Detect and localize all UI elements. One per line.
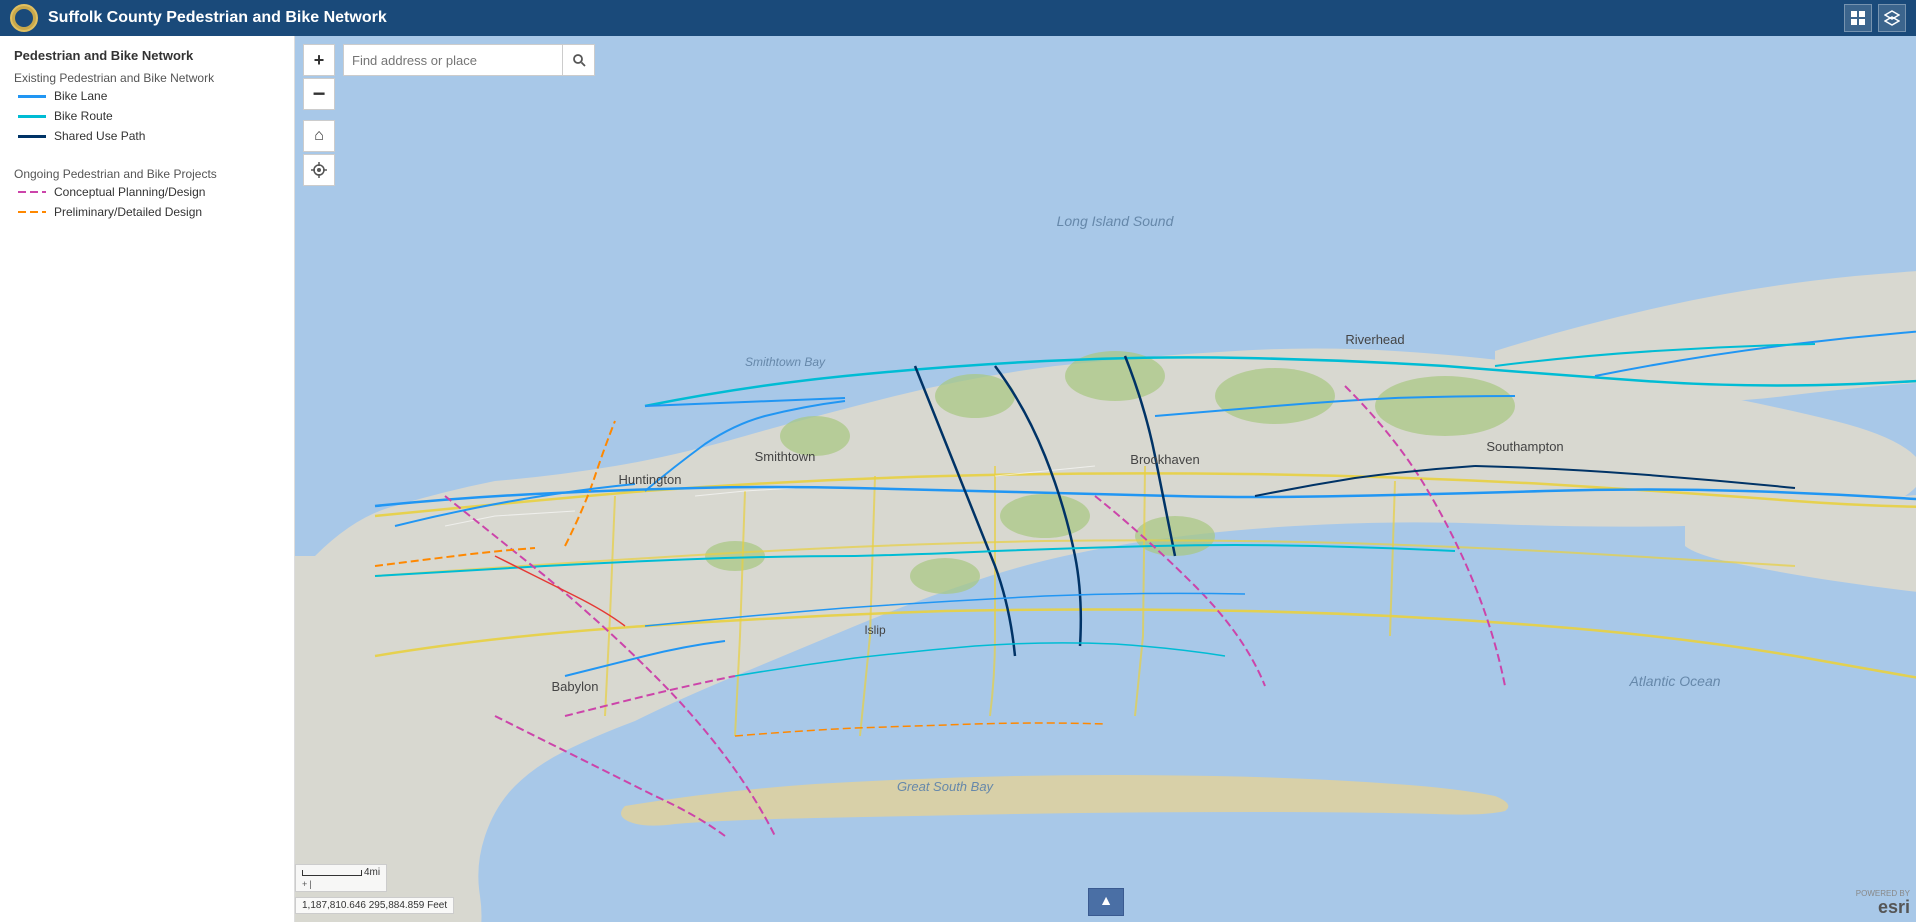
legend-item-bike-route: Bike Route [18, 109, 280, 123]
grid-icon-button[interactable] [1844, 4, 1872, 32]
coordinates-text: 1,187,810.646 295,884.859 Feet [302, 900, 447, 911]
bike-lane-line [18, 95, 46, 98]
svg-text:Huntington: Huntington [619, 472, 682, 487]
app-header: Suffolk County Pedestrian and Bike Netwo… [0, 0, 1916, 36]
scale-label: 4mi [364, 867, 380, 878]
search-button[interactable] [563, 44, 595, 76]
app-title: Suffolk County Pedestrian and Bike Netwo… [48, 9, 1844, 27]
svg-text:Brookhaven: Brookhaven [1130, 452, 1199, 467]
search-input[interactable] [343, 44, 563, 76]
legend-item-preliminary: Preliminary/Detailed Design [18, 205, 280, 219]
svg-text:Great South Bay: Great South Bay [897, 779, 995, 794]
svg-text:Smithtown Bay: Smithtown Bay [745, 355, 826, 369]
svg-text:Islip: Islip [864, 623, 886, 637]
svg-text:Long Island Sound: Long Island Sound [1057, 213, 1175, 229]
sidebar: Pedestrian and Bike Network Existing Ped… [0, 36, 295, 922]
bike-lane-label: Bike Lane [54, 89, 107, 103]
map-controls: + − ⌂ [303, 44, 335, 186]
conceptual-label: Conceptual Planning/Design [54, 185, 205, 199]
bike-route-line [18, 115, 46, 118]
shared-path-line [18, 135, 46, 138]
sidebar-existing-title: Existing Pedestrian and Bike Network [14, 71, 280, 85]
map-search [343, 44, 595, 76]
sidebar-ongoing-title: Ongoing Pedestrian and Bike Projects [14, 167, 280, 181]
main-layout: Pedestrian and Bike Network Existing Ped… [0, 36, 1916, 922]
svg-text:Riverhead: Riverhead [1345, 332, 1404, 347]
preliminary-line [18, 211, 46, 213]
esri-name: esri [1856, 898, 1910, 916]
conceptual-line [18, 191, 46, 193]
zoom-out-button[interactable]: − [303, 78, 335, 110]
home-button[interactable]: ⌂ [303, 120, 335, 152]
bike-route-label: Bike Route [54, 109, 113, 123]
scale-bar: 4mi + | [295, 864, 387, 892]
svg-text:Babylon: Babylon [552, 679, 599, 694]
sidebar-collapse-button[interactable]: ◀ [294, 459, 295, 499]
legend-item-conceptual: Conceptual Planning/Design [18, 185, 280, 199]
locate-button[interactable] [303, 154, 335, 186]
sidebar-main-title: Pedestrian and Bike Network [14, 48, 280, 63]
map-nav-up[interactable]: ▼ [1088, 888, 1124, 916]
coordinates-bar: 1,187,810.646 295,884.859 Feet [295, 897, 454, 914]
svg-text:Southampton: Southampton [1486, 439, 1563, 454]
shared-path-label: Shared Use Path [54, 129, 145, 143]
esri-logo: POWERED BY esri [1856, 889, 1910, 916]
svg-text:Atlantic Ocean: Atlantic Ocean [1628, 673, 1720, 689]
zoom-in-button[interactable]: + [303, 44, 335, 76]
header-icons [1844, 4, 1906, 32]
layers-icon-button[interactable] [1878, 4, 1906, 32]
nav-arrows: ▼ [1088, 888, 1124, 916]
map-container[interactable]: Long Island Sound Smithtown Bay Atlantic… [295, 36, 1916, 922]
app-logo [10, 4, 38, 32]
logo-inner [14, 8, 34, 28]
preliminary-label: Preliminary/Detailed Design [54, 205, 202, 219]
svg-text:Smithtown: Smithtown [755, 449, 816, 464]
legend-item-bike-lane: Bike Lane [18, 89, 280, 103]
legend-item-shared-path: Shared Use Path [18, 129, 280, 143]
